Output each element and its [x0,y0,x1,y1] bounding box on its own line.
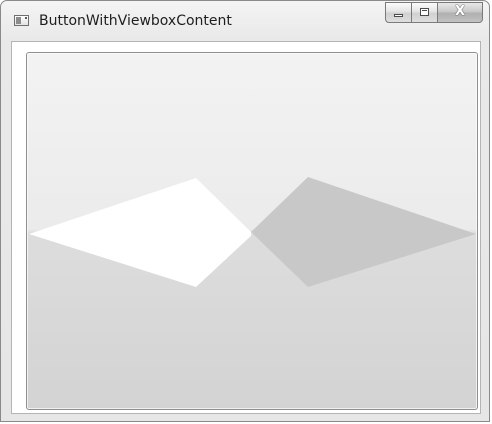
window-title: ButtonWithViewboxContent [39,13,232,29]
left-diamond-shape [29,178,253,287]
close-button[interactable]: X [437,2,483,23]
client-area [11,41,481,414]
minimize-icon [394,14,403,17]
app-window: ButtonWithViewboxContent X [0,0,490,422]
viewbox-content-button[interactable] [26,52,478,410]
maximize-icon [420,8,429,16]
minimize-button[interactable] [385,2,411,23]
maximize-button[interactable] [411,2,437,23]
title-bar[interactable]: ButtonWithViewboxContent X [1,1,489,41]
right-diamond-shape [251,177,476,287]
caption-buttons: X [385,2,483,23]
close-icon: X [454,4,466,19]
viewbox-graphic [29,177,476,287]
app-window-icon[interactable] [14,15,29,26]
